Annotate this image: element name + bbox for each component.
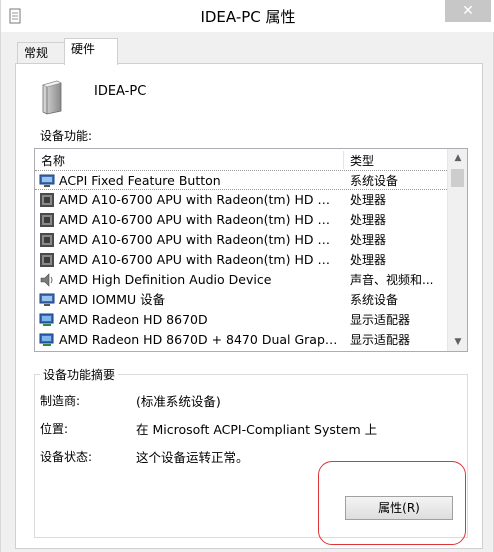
manufacturer-label: 制造商: (40, 394, 81, 408)
column-separator[interactable] (343, 151, 344, 169)
scroll-up-button[interactable]: ▲ (448, 149, 467, 167)
processor-icon (40, 213, 54, 227)
device-name-cell: AMD Radeon HD 8670D (59, 312, 208, 327)
speaker-icon (40, 273, 53, 287)
device-status-label: 设备状态: (40, 450, 93, 464)
device-name-cell: AMD IOMMU 设备 (59, 292, 166, 307)
window-title: IDEA-PC 属性 (200, 8, 296, 26)
scroll-thumb[interactable] (451, 169, 464, 187)
chevron-up-icon: ▲ (454, 153, 462, 163)
tab-general[interactable]: 常规 (17, 42, 65, 64)
list-item[interactable]: AMD Radeon HD 8670D 显示适配器 (35, 310, 447, 330)
properties-window: IDEA-PC 属性 ✕ 常规 硬件 IDEA-PC 设备功能: 名称 类型 A… (0, 0, 494, 552)
device-name: IDEA-PC (94, 84, 147, 99)
close-button[interactable]: ✕ (445, 0, 491, 22)
device-name-cell: ACPI Fixed Feature Button (59, 173, 221, 188)
list-item[interactable]: AMD A10-6700 APU with Radeon(tm) HD Gr..… (35, 190, 447, 210)
device-name-cell: AMD A10-6700 APU with Radeon(tm) HD Gr..… (59, 192, 339, 207)
processor-icon (40, 233, 54, 247)
device-status-value: 这个设备运转正常。 (136, 450, 249, 465)
system-device-icon (39, 293, 55, 306)
vertical-scrollbar[interactable]: ▲ ▼ (447, 149, 467, 351)
device-functions-label: 设备功能: (40, 129, 93, 143)
chevron-down-icon: ▼ (454, 337, 462, 347)
hardware-tab-panel: IDEA-PC 设备功能: 名称 类型 ACPI Fixed Feature B… (15, 63, 483, 549)
title-bar[interactable]: IDEA-PC 属性 ✕ (1, 0, 494, 32)
device-name-cell: AMD A10-6700 APU with Radeon(tm) HD Gr..… (59, 252, 339, 267)
summary-group-title: 设备功能摘要 (40, 366, 119, 383)
tab-strip: 常规 硬件 (1, 38, 494, 65)
list-item[interactable]: AMD IOMMU 设备 系统设备 (35, 290, 447, 310)
properties-button[interactable]: 属性(R) (345, 496, 453, 520)
system-device-icon (39, 174, 55, 187)
manufacturer-value: (标准系统设备) (136, 394, 221, 409)
list-header: 名称 类型 (35, 149, 447, 171)
column-header-name[interactable]: 名称 (41, 152, 65, 169)
computer-icon (42, 80, 62, 115)
device-type-cell: 处理器 (350, 253, 387, 267)
device-type-cell: 处理器 (350, 233, 387, 247)
device-type-cell: 处理器 (350, 213, 387, 227)
display-adapter-icon (39, 333, 54, 346)
device-type-cell: 处理器 (350, 193, 387, 207)
processor-icon (40, 253, 54, 267)
list-item[interactable]: ACPI Fixed Feature Button 系统设备 (35, 170, 447, 190)
list-item[interactable]: AMD A10-6700 APU with Radeon(tm) HD Gr..… (35, 210, 447, 230)
device-type-cell: 声音、视频和... (350, 273, 434, 287)
device-name-cell: AMD Radeon HD 8670D + 8470 Dual Graphi..… (59, 332, 339, 347)
location-value: 在 Microsoft ACPI-Compliant System 上 (136, 422, 378, 437)
device-name-cell: AMD A10-6700 APU with Radeon(tm) HD Gr..… (59, 232, 339, 247)
device-type-cell: 显示适配器 (350, 313, 411, 327)
tab-hardware[interactable]: 硬件 (64, 38, 118, 65)
location-label: 位置: (40, 422, 69, 436)
device-name-cell: AMD A10-6700 APU with Radeon(tm) HD Gr..… (59, 212, 339, 227)
list-item[interactable]: AMD High Definition Audio Device 声音、视频和.… (35, 270, 447, 290)
list-item[interactable]: AMD A10-6700 APU with Radeon(tm) HD Gr..… (35, 230, 447, 250)
device-type-cell: 系统设备 (350, 174, 399, 188)
list-item[interactable]: AMD Radeon HD 8670D + 8470 Dual Graphi..… (35, 330, 447, 350)
column-header-type[interactable]: 类型 (350, 152, 374, 169)
scroll-down-button[interactable]: ▼ (448, 333, 467, 351)
processor-icon (40, 193, 54, 207)
device-functions-list[interactable]: 名称 类型 ACPI Fixed Feature Button 系统设备 AMD… (34, 148, 468, 352)
close-icon: ✕ (462, 3, 474, 19)
device-type-cell: 显示适配器 (350, 333, 411, 347)
device-type-cell: 系统设备 (350, 293, 399, 307)
list-item[interactable]: AMD A10-6700 APU with Radeon(tm) HD Gr..… (35, 250, 447, 270)
display-adapter-icon (39, 313, 54, 326)
device-name-cell: AMD High Definition Audio Device (59, 272, 272, 287)
